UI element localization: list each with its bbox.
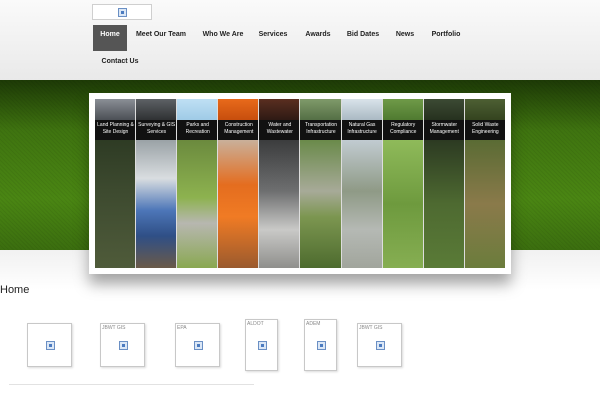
panel-label: Land Planning & Site Design: [95, 120, 136, 140]
panel-label: Water and Wastewater: [259, 120, 300, 140]
broken-image-icon: [45, 341, 55, 350]
panel-photo: [259, 140, 300, 268]
panel-photo: [382, 140, 423, 268]
partner-thumbnail[interactable]: ADEM: [304, 319, 337, 371]
panel-photo: [259, 99, 300, 120]
panel-photo: [177, 99, 218, 120]
partner-thumbnail[interactable]: EPA: [175, 323, 220, 367]
nav-item-bid-dates[interactable]: Bid Dates: [343, 25, 383, 51]
nav-item-who-we-are[interactable]: Who We Are: [197, 25, 249, 51]
nav-item-news[interactable]: News: [391, 25, 419, 51]
partner-thumbnail[interactable]: ALDOT: [245, 319, 278, 371]
slider-panel-regulatory[interactable]: Regulatory Compliance: [382, 99, 424, 268]
services-slider: Land Planning & Site Design Surveying & …: [89, 93, 511, 274]
panel-label: Solid Waste Engineering: [464, 120, 505, 140]
nav-item-awards[interactable]: Awards: [300, 25, 336, 51]
broken-image-icon: [193, 341, 203, 350]
partner-thumbnail[interactable]: [27, 323, 72, 367]
panel-photo: [464, 140, 505, 268]
broken-image-icon: [375, 341, 385, 350]
slider-panel-transportation[interactable]: Transportation Infrastructure: [300, 99, 342, 268]
slider-panel-solid-waste[interactable]: Solid Waste Engineering: [464, 99, 505, 268]
slider-panel-surveying[interactable]: Surveying & GIS Services: [136, 99, 178, 268]
thumbnail-label: ADEM: [306, 321, 321, 327]
panel-label: Transportation Infrastructure: [300, 120, 341, 140]
partner-thumbnail[interactable]: JBWT GIS: [100, 323, 145, 367]
panel-photo: [341, 99, 382, 120]
panel-label: Construction Management: [218, 120, 259, 140]
site-logo[interactable]: [92, 4, 152, 20]
panel-label: Surveying & GIS Services: [136, 120, 177, 140]
panel-photo: [218, 140, 259, 268]
nav-item-contact-us[interactable]: Contact Us: [97, 52, 143, 78]
nav-item-meet-our-team[interactable]: Meet Our Team: [131, 25, 191, 51]
panel-photo: [423, 140, 464, 268]
panel-label: Regulatory Compliance: [382, 120, 423, 140]
panel-photo: [218, 99, 259, 120]
panel-label: Stormwater Management: [423, 120, 464, 140]
panel-photo: [382, 99, 423, 120]
panel-photo: [464, 99, 505, 120]
page-title: Home: [0, 284, 30, 296]
broken-image-icon: [316, 341, 326, 350]
broken-image-icon: [257, 341, 267, 350]
broken-image-icon: [117, 7, 127, 17]
panel-photo: [300, 99, 341, 120]
panel-photo: [136, 99, 177, 120]
thumbnail-label: JBWT GIS: [359, 325, 383, 331]
slider-panel-stormwater[interactable]: Stormwater Management: [423, 99, 465, 268]
panel-label: Parks and Recreation: [177, 120, 218, 140]
panel-photo: [95, 99, 136, 120]
thumbnail-label: ALDOT: [247, 321, 264, 327]
thumbnail-label: EPA: [177, 325, 187, 331]
nav-item-services[interactable]: Services: [255, 25, 291, 51]
footer-divider: [9, 384, 254, 385]
panel-photo: [95, 140, 136, 268]
nav-item-portfolio[interactable]: Portfolio: [425, 25, 467, 51]
panel-photo: [177, 140, 218, 268]
partner-thumbnail[interactable]: JBWT GIS: [357, 323, 402, 367]
panel-label: Natural Gas Infrastructure: [341, 120, 382, 140]
broken-image-icon: [118, 341, 128, 350]
slider-panel-parks[interactable]: Parks and Recreation: [177, 99, 219, 268]
slider-panel-water[interactable]: Water and Wastewater: [259, 99, 301, 268]
slider-panel-land-planning[interactable]: Land Planning & Site Design: [95, 99, 137, 268]
panel-photo: [136, 140, 177, 268]
slider-panel-construction[interactable]: Construction Management: [218, 99, 260, 268]
slider-panel-natural-gas[interactable]: Natural Gas Infrastructure: [341, 99, 383, 268]
nav-item-home[interactable]: Home: [93, 25, 127, 51]
panel-photo: [341, 140, 382, 268]
panel-photo: [300, 140, 341, 268]
thumbnail-label: JBWT GIS: [102, 325, 126, 331]
panel-photo: [423, 99, 464, 120]
